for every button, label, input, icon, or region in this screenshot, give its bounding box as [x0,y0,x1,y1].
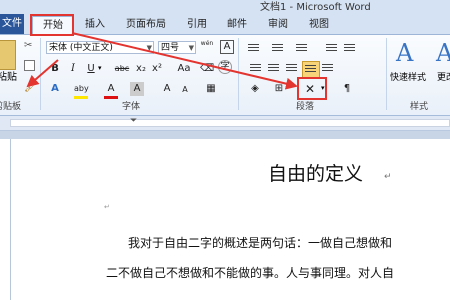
arrow-to-chinese-layout [71,32,298,90]
annotation-arrows [26,32,298,90]
arrow-to-clipboard [26,59,59,88]
